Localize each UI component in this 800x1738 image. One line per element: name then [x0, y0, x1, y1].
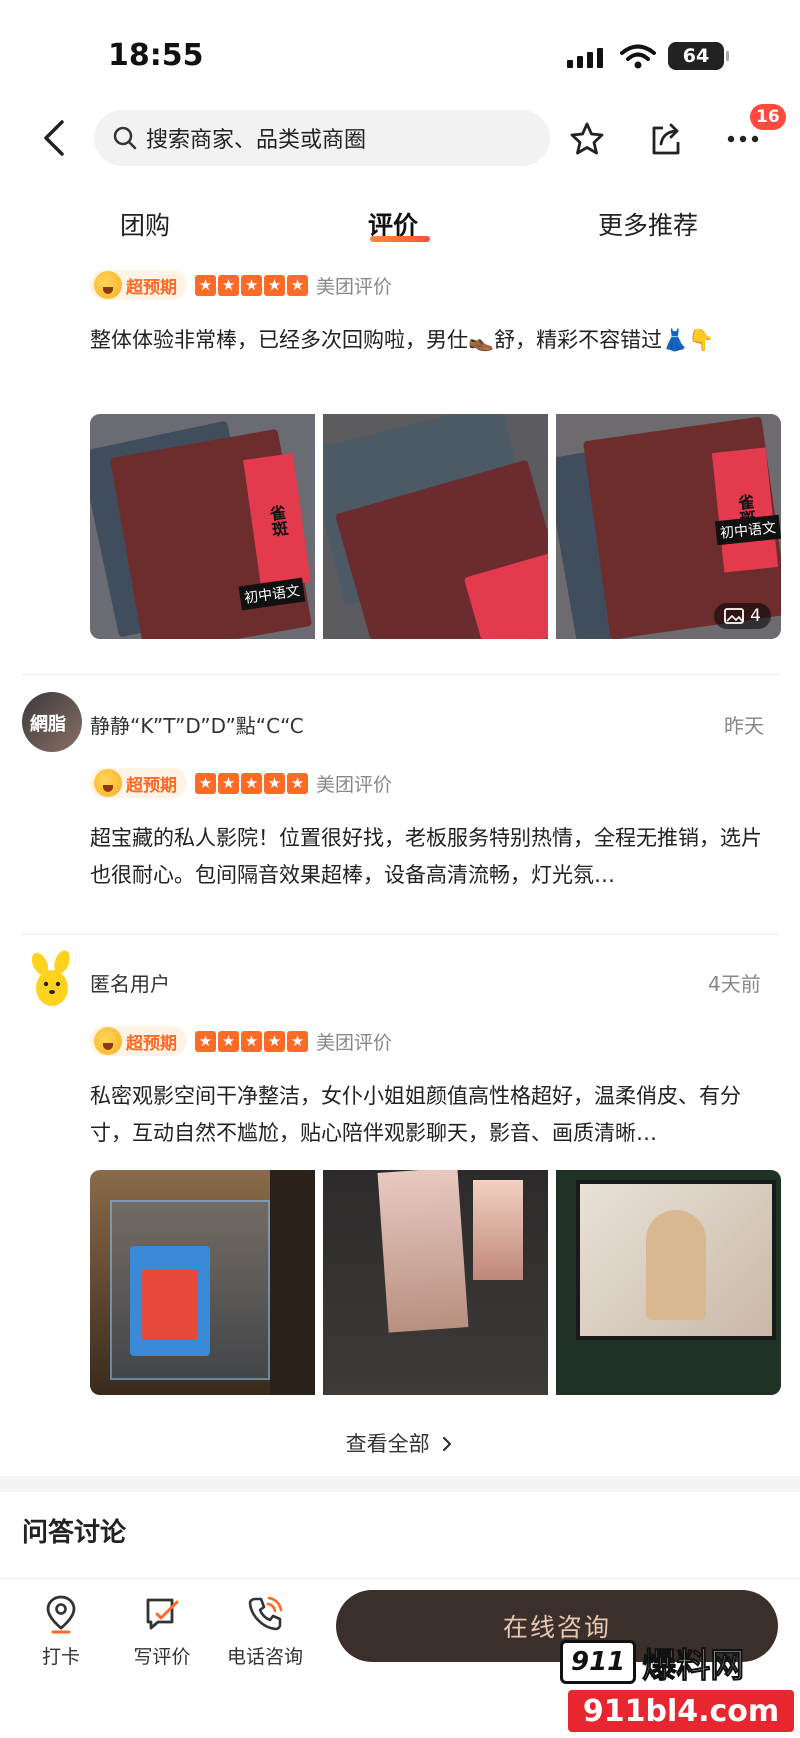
write-review-icon	[146, 1598, 179, 1630]
active-tab-indicator	[370, 236, 430, 242]
review-photo[interactable]	[90, 1170, 315, 1395]
rating-star-icon: ★	[218, 772, 239, 794]
search-icon	[113, 126, 137, 150]
review-time: 4天前	[708, 972, 761, 996]
avatar[interactable]: 網脂	[22, 692, 82, 752]
reviewer-name[interactable]: 匿名用户	[90, 968, 170, 997]
rating-star-icon: ★	[218, 274, 239, 296]
rating-star-icon: ★	[241, 274, 262, 296]
rating-star-icon: ★	[195, 274, 216, 296]
review-photo[interactable]	[323, 1170, 548, 1395]
divider	[22, 674, 780, 675]
divider	[22, 934, 780, 935]
star-rating: ★ ★ ★ ★ ★	[195, 274, 308, 296]
exceeded-expectations-tag: 超预期	[90, 270, 187, 300]
review-text[interactable]: 超宝藏的私人影院！位置很好找，老板服务特别热情，全程无推销，选片也很耐心。包间隔…	[90, 820, 780, 894]
image-icon	[724, 608, 745, 624]
review-rating-row: 超预期 ★ ★ ★ ★ ★ 美团评价	[90, 270, 392, 300]
chevron-right-icon	[443, 1436, 452, 1452]
notification-badge: 16	[750, 104, 786, 130]
review-rating-row: 超预期 ★ ★ ★ ★ ★ 美团评价	[90, 768, 392, 798]
rating-star-icon: ★	[241, 772, 262, 794]
battery-icon: 64	[668, 42, 729, 70]
rating-star-icon: ★	[195, 1030, 216, 1052]
review-text[interactable]: 整体体验非常棒，已经多次回购啦，男仕👞舒，精彩不容错过👗👇	[90, 322, 780, 359]
reviewer-name[interactable]: 静静“K”T”D”D”點“C“C	[90, 710, 304, 739]
anonymous-mascot-icon	[31, 950, 70, 1006]
more-icon	[727, 135, 759, 143]
phone-icon	[248, 1596, 283, 1631]
star-rating: ★ ★ ★ ★ ★	[195, 1030, 308, 1052]
avatar[interactable]	[22, 950, 82, 1010]
review-photo[interactable]	[323, 414, 548, 639]
rating-star-icon: ★	[218, 1030, 239, 1052]
review-source: 美团评价	[316, 773, 393, 796]
review-photos	[90, 1170, 781, 1395]
review-photo[interactable]: 雀斑 初中语文	[90, 414, 315, 639]
rating-star-icon: ★	[264, 772, 285, 794]
exceeded-expectations-tag: 超预期	[90, 768, 187, 798]
review-source: 美团评价	[316, 275, 393, 298]
watermark-logo: 911 爆料网	[560, 1638, 800, 1686]
rating-star-icon: ★	[287, 274, 308, 296]
photo-count[interactable]: 4	[714, 603, 771, 629]
write-review-button[interactable]: 写评价	[117, 1594, 207, 1669]
tab-group-buy[interactable]: 团购	[120, 206, 170, 242]
wifi-icon	[620, 44, 656, 69]
checkin-button[interactable]: 打卡	[16, 1594, 106, 1669]
review-source: 美团评价	[316, 1031, 393, 1054]
rating-star-icon: ★	[287, 772, 308, 794]
review-photo[interactable]: 雀斑 初中语文 4	[556, 414, 781, 639]
signal-icon	[567, 48, 603, 68]
section-separator	[0, 1476, 800, 1492]
share-button[interactable]	[645, 118, 687, 160]
exceeded-expectations-tag: 超预期	[90, 1026, 187, 1056]
rating-star-icon: ★	[264, 274, 285, 296]
share-icon	[652, 123, 680, 155]
review-photos: 雀斑 初中语文 雀斑 初中语文 4	[90, 414, 781, 639]
phone-consult-button[interactable]: 电话咨询	[220, 1594, 310, 1669]
surprised-face-icon	[94, 769, 122, 797]
search-input[interactable]: 搜索商家、品类或商圈	[94, 110, 550, 166]
search-placeholder: 搜索商家、品类或商圈	[146, 128, 367, 153]
star-rating: ★ ★ ★ ★ ★	[195, 772, 308, 794]
surprised-face-icon	[94, 271, 122, 299]
star-icon	[570, 122, 604, 155]
surprised-face-icon	[94, 1027, 122, 1055]
back-icon[interactable]	[40, 118, 68, 158]
rating-star-icon: ★	[287, 1030, 308, 1052]
qa-section-title: 问答讨论	[22, 1518, 127, 1548]
tab-more-recommend[interactable]: 更多推荐	[598, 206, 698, 242]
view-all-link[interactable]: 查看全部	[0, 1428, 800, 1458]
location-pin-icon	[46, 1595, 76, 1634]
rating-star-icon: ★	[241, 1030, 262, 1052]
status-time: 18:55	[108, 38, 204, 73]
review-photo[interactable]	[556, 1170, 781, 1395]
review-text[interactable]: 私密观影空间干净整洁，女仆小姐姐颜值高性格超好，温柔俏皮、有分寸，互动自然不尴尬…	[90, 1078, 780, 1152]
favorite-button[interactable]	[566, 118, 608, 160]
rating-star-icon: ★	[264, 1030, 285, 1052]
app-screen: 18:55 64 搜索商家、品类或商圈 16 团购 评价 更多推荐 超预期 ★ …	[0, 0, 800, 1738]
review-rating-row: 超预期 ★ ★ ★ ★ ★ 美团评价	[90, 1026, 392, 1056]
watermark-url: 911bl4.com	[568, 1690, 794, 1732]
review-time: 昨天	[724, 714, 764, 738]
rating-star-icon: ★	[195, 772, 216, 794]
